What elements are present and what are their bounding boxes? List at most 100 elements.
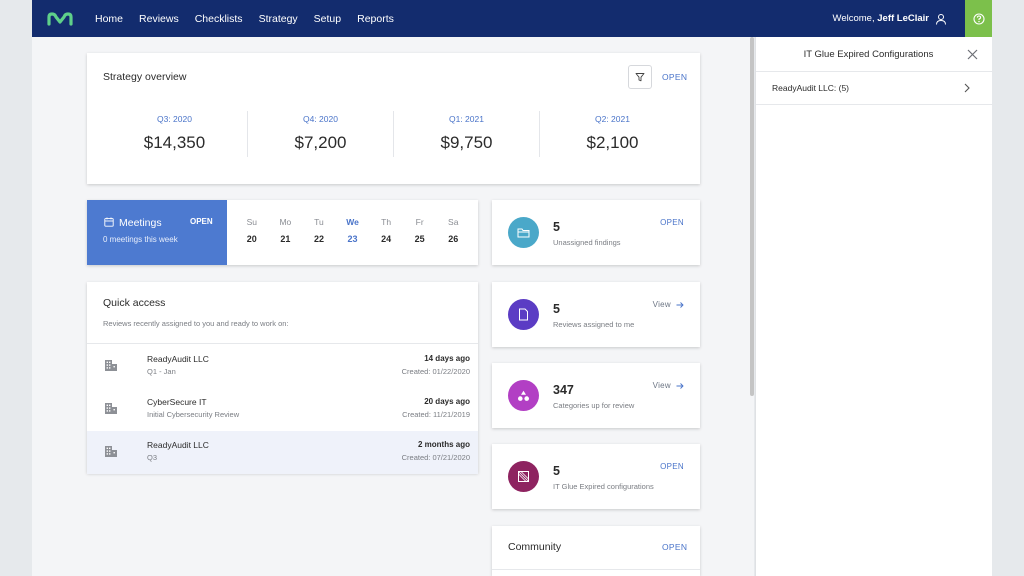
day-name: Mo [279, 217, 292, 227]
day-number: 23 [347, 234, 358, 244]
arrow-right-icon [676, 382, 684, 389]
stat-view-link[interactable]: View [653, 381, 684, 390]
nav-setup[interactable]: Setup [314, 13, 341, 25]
chevron-right-icon[interactable] [963, 83, 971, 93]
it-glue-icon [518, 471, 529, 482]
it-glue-expired-card[interactable]: 5 IT Glue Expired configurations OPEN [492, 444, 700, 509]
strategy-open-link[interactable]: OPEN [662, 72, 687, 82]
m-logo-icon[interactable] [47, 11, 73, 26]
divider [756, 71, 993, 72]
quick-access-description: Reviews recently assigned to you and rea… [103, 319, 289, 328]
review-age: 14 days ago [424, 354, 470, 363]
day-number: 22 [313, 234, 324, 244]
day-name: Fr [415, 217, 424, 227]
stat-label: Categories up for review [553, 401, 635, 410]
review-name: ReadyAudit LLC [147, 440, 209, 450]
quarter-label: Q4: 2020 [303, 114, 338, 124]
it-glue-side-panel: IT Glue Expired Configurations ReadyAudi… [755, 37, 993, 576]
review-created-date: Created: 11/21/2019 [402, 410, 470, 419]
divider [492, 569, 700, 570]
arrow-right-icon [676, 301, 684, 308]
building-icon [105, 446, 117, 457]
quick-access-row[interactable]: CyberSecure IT Initial Cybersecurity Rev… [87, 388, 478, 431]
stat-open-link[interactable]: OPEN [660, 218, 684, 227]
day-number: 21 [280, 234, 291, 244]
nav-reviews[interactable]: Reviews [139, 13, 179, 25]
building-icon [105, 403, 117, 414]
filter-icon [635, 73, 645, 82]
community-title: Community [508, 541, 562, 553]
review-name: ReadyAudit LLC [147, 354, 209, 364]
welcome-text: Welcome, Jeff LeClair [833, 13, 929, 24]
calendar-day[interactable]: Th 24 [369, 200, 403, 265]
meetings-summary: Meetings OPEN 0 meetings this week [87, 200, 227, 265]
stat-icon-circle [508, 217, 539, 248]
nav-reports[interactable]: Reports [357, 13, 394, 25]
review-name: CyberSecure IT [147, 397, 207, 407]
top-navigation-bar: Home Reviews Checklists Strategy Setup R… [32, 0, 992, 37]
close-icon[interactable] [967, 49, 978, 60]
user-name[interactable]: Jeff LeClair [877, 13, 929, 24]
panel-title: IT Glue Expired Configurations [803, 49, 934, 60]
stat-icon-circle [508, 299, 539, 330]
day-number: 24 [381, 234, 392, 244]
stat-icon-circle [508, 380, 539, 411]
stat-value: 5 [553, 302, 560, 316]
calendar-day[interactable]: Su 20 [235, 200, 269, 265]
calendar-day[interactable]: Fr 25 [403, 200, 437, 265]
community-open-link[interactable]: OPEN [662, 542, 687, 552]
nav-checklists[interactable]: Checklists [195, 13, 243, 25]
quarter-label: Q2: 2021 [595, 114, 630, 124]
week-days: Su 20 Mo 21 Tu 22 We 23 Th 24 Fr 25 Sa 26 [227, 200, 478, 265]
community-card: Community OPEN [492, 526, 700, 576]
nav-home[interactable]: Home [95, 13, 123, 25]
categories-icon [518, 390, 529, 401]
day-number: 20 [246, 234, 257, 244]
meetings-title: Meetings [119, 217, 162, 229]
unassigned-findings-card[interactable]: 5 Unassigned findings OPEN [492, 200, 700, 265]
day-name: We [346, 217, 359, 227]
categories-review-card[interactable]: 347 Categories up for review View [492, 363, 700, 428]
divider [87, 343, 478, 344]
quick-access-row[interactable]: ReadyAudit LLC Q1 - Jan 14 days ago Crea… [87, 345, 478, 388]
stat-open-link[interactable]: OPEN [660, 462, 684, 471]
quick-access-title: Quick access [103, 297, 166, 309]
meetings-open-link[interactable]: OPEN [190, 217, 213, 226]
quarter-value: $2,100 [586, 133, 639, 152]
quarter-label: Q3: 2020 [157, 114, 192, 124]
help-button[interactable] [965, 0, 992, 37]
document-icon [519, 308, 528, 321]
main-scrollbar[interactable] [750, 37, 754, 396]
calendar-day[interactable]: Tu 22 [302, 200, 336, 265]
day-name: Sa [448, 217, 459, 227]
review-age: 20 days ago [424, 397, 470, 406]
quick-access-row-selected[interactable]: ReadyAudit LLC Q3 2 months ago Created: … [87, 431, 478, 474]
strategy-title: Strategy overview [103, 71, 187, 83]
welcome-prefix: Welcome, [832, 13, 875, 24]
meetings-card: Meetings OPEN 0 meetings this week Su 20 … [87, 200, 478, 265]
review-subtitle: Q3 [147, 453, 158, 462]
calendar-day[interactable]: Sa 26 [436, 200, 470, 265]
calendar-day-today[interactable]: We 23 [336, 200, 370, 265]
calendar-day[interactable]: Mo 21 [269, 200, 303, 265]
folder-icon [517, 228, 530, 238]
panel-list-item[interactable]: ReadyAudit LLC: (5) [772, 83, 849, 93]
stat-view-link[interactable]: View [653, 300, 684, 309]
quick-access-card: Quick access Reviews recently assigned t… [87, 282, 478, 474]
review-created-date: Created: 07/21/2020 [401, 453, 470, 462]
reviews-assigned-card[interactable]: 5 Reviews assigned to me View [492, 282, 700, 347]
nav-strategy[interactable]: Strategy [259, 13, 298, 25]
building-icon [105, 360, 117, 371]
review-subtitle: Initial Cybersecurity Review [147, 410, 240, 419]
quarter-label: Q1: 2021 [449, 114, 484, 124]
quarter-column: Q2: 2021 $2,100 [539, 111, 685, 157]
stat-icon-circle [508, 461, 539, 492]
help-circle-icon [972, 12, 985, 25]
review-created-date: Created: 01/22/2020 [401, 367, 470, 376]
filter-button[interactable] [628, 65, 652, 89]
quarter-column: Q3: 2020 $14,350 [102, 111, 247, 157]
quarter-column: Q1: 2021 $9,750 [393, 111, 539, 157]
day-name: Tu [314, 217, 324, 227]
view-label: View [652, 300, 671, 309]
user-icon[interactable] [935, 13, 947, 25]
